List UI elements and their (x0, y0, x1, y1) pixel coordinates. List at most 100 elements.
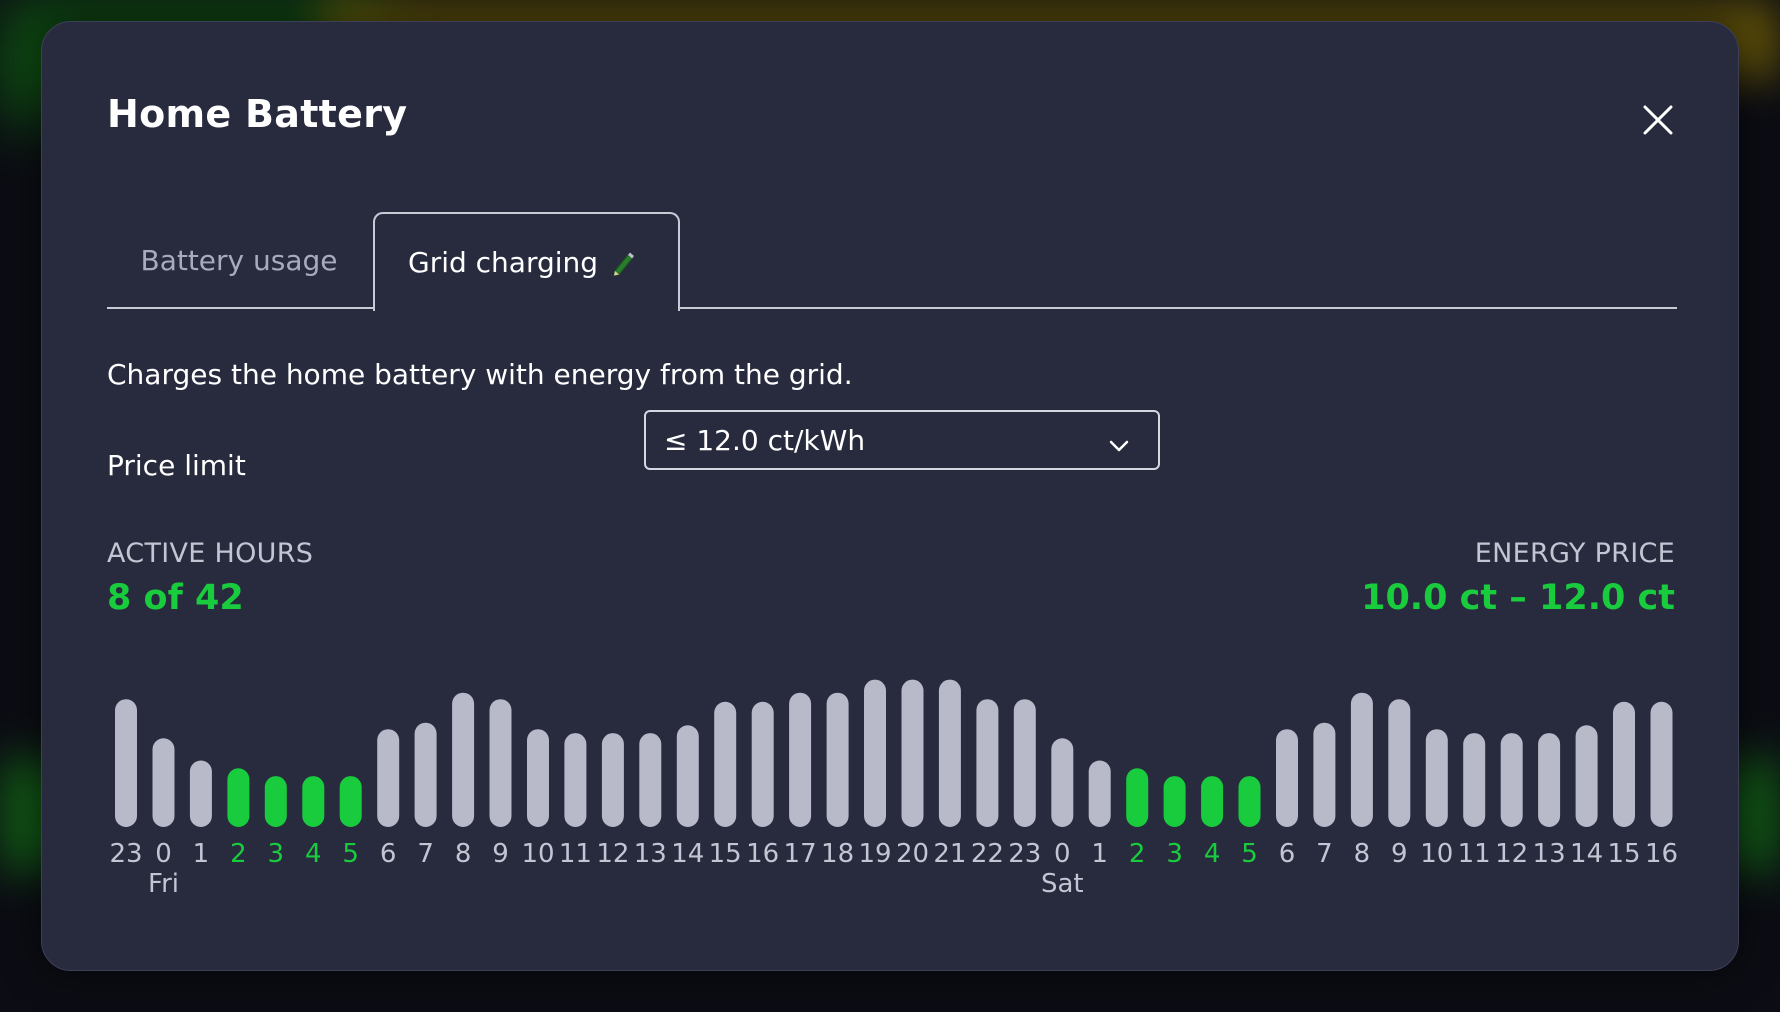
energy-price-value: 10.0 ct – 12.0 ct (1361, 578, 1675, 618)
price-bar (1538, 733, 1561, 827)
hour-tick-label: 3 (1166, 839, 1183, 869)
price-bar (938, 679, 961, 827)
hour-tick-label: 23 (1008, 839, 1041, 869)
hour-tick-label: 22 (971, 839, 1004, 869)
active-hours-value: 8 of 42 (107, 578, 244, 618)
price-bar (1425, 729, 1448, 827)
tab-grid-charging[interactable]: Grid charging (373, 212, 680, 311)
day-label: Sat (1041, 869, 1084, 899)
price-bar (1088, 760, 1111, 827)
hour-tick-label: 4 (305, 839, 322, 869)
price-limit-select[interactable]: ≤ 12.0 ct/kWh (644, 410, 1160, 470)
hour-tick-label: 5 (342, 839, 359, 869)
price-bar (489, 699, 512, 827)
price-bar (789, 692, 812, 827)
hour-tick-label: 0 (155, 839, 172, 869)
hour-tick-label: 13 (1533, 839, 1566, 869)
price-bar (189, 760, 212, 827)
price-bar (564, 733, 587, 827)
price-bar-active (1238, 776, 1261, 827)
hour-tick-label: 15 (709, 839, 742, 869)
price-bar-active (264, 776, 287, 827)
hour-tick-label: 2 (230, 839, 247, 869)
hour-tick-label: 10 (1420, 839, 1453, 869)
hour-tick-label: 14 (671, 839, 704, 869)
price-bar (452, 692, 475, 827)
price-bar (1350, 692, 1373, 827)
hour-tick-label: 14 (1570, 839, 1603, 869)
hour-tick-label: 9 (492, 839, 509, 869)
hour-tick-label: 16 (1645, 839, 1678, 869)
pencil-icon (608, 248, 638, 278)
hour-tick-label: 10 (521, 839, 554, 869)
price-bar (976, 699, 999, 827)
hour-tick-label: 7 (1316, 839, 1333, 869)
price-bar (901, 679, 924, 827)
price-bar (1051, 738, 1074, 827)
price-bar (1463, 733, 1486, 827)
hour-tick-label: 2 (1129, 839, 1146, 869)
hour-tick-label: 4 (1204, 839, 1221, 869)
hour-tick-label: 17 (784, 839, 817, 869)
price-bar-active (339, 776, 362, 827)
price-limit-value: ≤ 12.0 ct/kWh (664, 423, 866, 457)
day-label: Fri (148, 869, 179, 899)
hour-tick-label: 1 (1091, 839, 1108, 869)
hour-tick-label: 11 (559, 839, 592, 869)
hour-tick-label: 6 (1279, 839, 1296, 869)
hour-tick-label: 0 (1054, 839, 1071, 869)
hour-tick-label: 12 (1495, 839, 1528, 869)
price-bar (1500, 733, 1523, 827)
price-limit-label: Price limit (107, 449, 246, 482)
dialog-title: Home Battery (107, 92, 408, 136)
energy-price-label: ENERGY PRICE (1474, 538, 1675, 569)
price-bar-active (1163, 776, 1186, 827)
price-bar (1276, 729, 1298, 827)
hour-tick-label: 15 (1607, 839, 1640, 869)
hour-tick-label: 11 (1458, 839, 1491, 869)
price-bar-active (1201, 776, 1224, 827)
tab-label: Battery usage (140, 244, 338, 277)
price-bar (1013, 699, 1036, 827)
tab-label: Grid charging (408, 246, 599, 279)
hour-tick-label: 23 (109, 839, 142, 869)
home-battery-dialog: Home Battery Battery usage Grid charging… (41, 21, 1739, 971)
price-bar (864, 679, 886, 827)
price-bar (377, 729, 400, 827)
hour-tick-label: 8 (455, 839, 472, 869)
price-bar (639, 733, 662, 827)
chevron-down-icon (1108, 431, 1130, 453)
tab-battery-usage[interactable]: Battery usage (107, 212, 371, 309)
price-bar-active (1126, 768, 1149, 827)
price-bar (751, 701, 774, 827)
price-bar (1388, 699, 1411, 827)
tab-bar: Battery usage Grid charging (107, 212, 1677, 311)
hourly-price-chart: 23 0 1 2 3 4 5 6 7 8 9 10 11 12 13 14 15 16 17 18 19 20 21 22 23… (102, 642, 1682, 902)
hour-tick-label: 6 (380, 839, 397, 869)
price-bar (714, 701, 737, 827)
active-hours-label: ACTIVE HOURS (107, 538, 314, 569)
hour-tick-label: 5 (1241, 839, 1258, 869)
hour-tick-label: 8 (1354, 839, 1371, 869)
price-bar-active (302, 776, 325, 827)
hour-tick-label: 21 (933, 839, 966, 869)
price-bar-active (227, 768, 250, 827)
hour-tick-label: 20 (896, 839, 929, 869)
description: Charges the home battery with energy fro… (107, 358, 853, 391)
price-bar (1575, 725, 1598, 827)
price-bar (676, 725, 699, 827)
price-bar (601, 733, 624, 827)
hour-tick-label: 7 (417, 839, 434, 869)
close-icon[interactable] (1639, 101, 1677, 139)
price-bar (1650, 701, 1673, 827)
price-bar (826, 692, 849, 827)
hour-tick-label: 16 (746, 839, 779, 869)
hour-tick-label: 19 (858, 839, 891, 869)
hour-tick-label: 9 (1391, 839, 1408, 869)
hour-tick-label: 12 (596, 839, 629, 869)
price-bar (414, 722, 437, 827)
price-bar (115, 699, 137, 827)
price-bar (152, 738, 175, 827)
hour-tick-label: 18 (821, 839, 854, 869)
price-bar (1313, 722, 1336, 827)
